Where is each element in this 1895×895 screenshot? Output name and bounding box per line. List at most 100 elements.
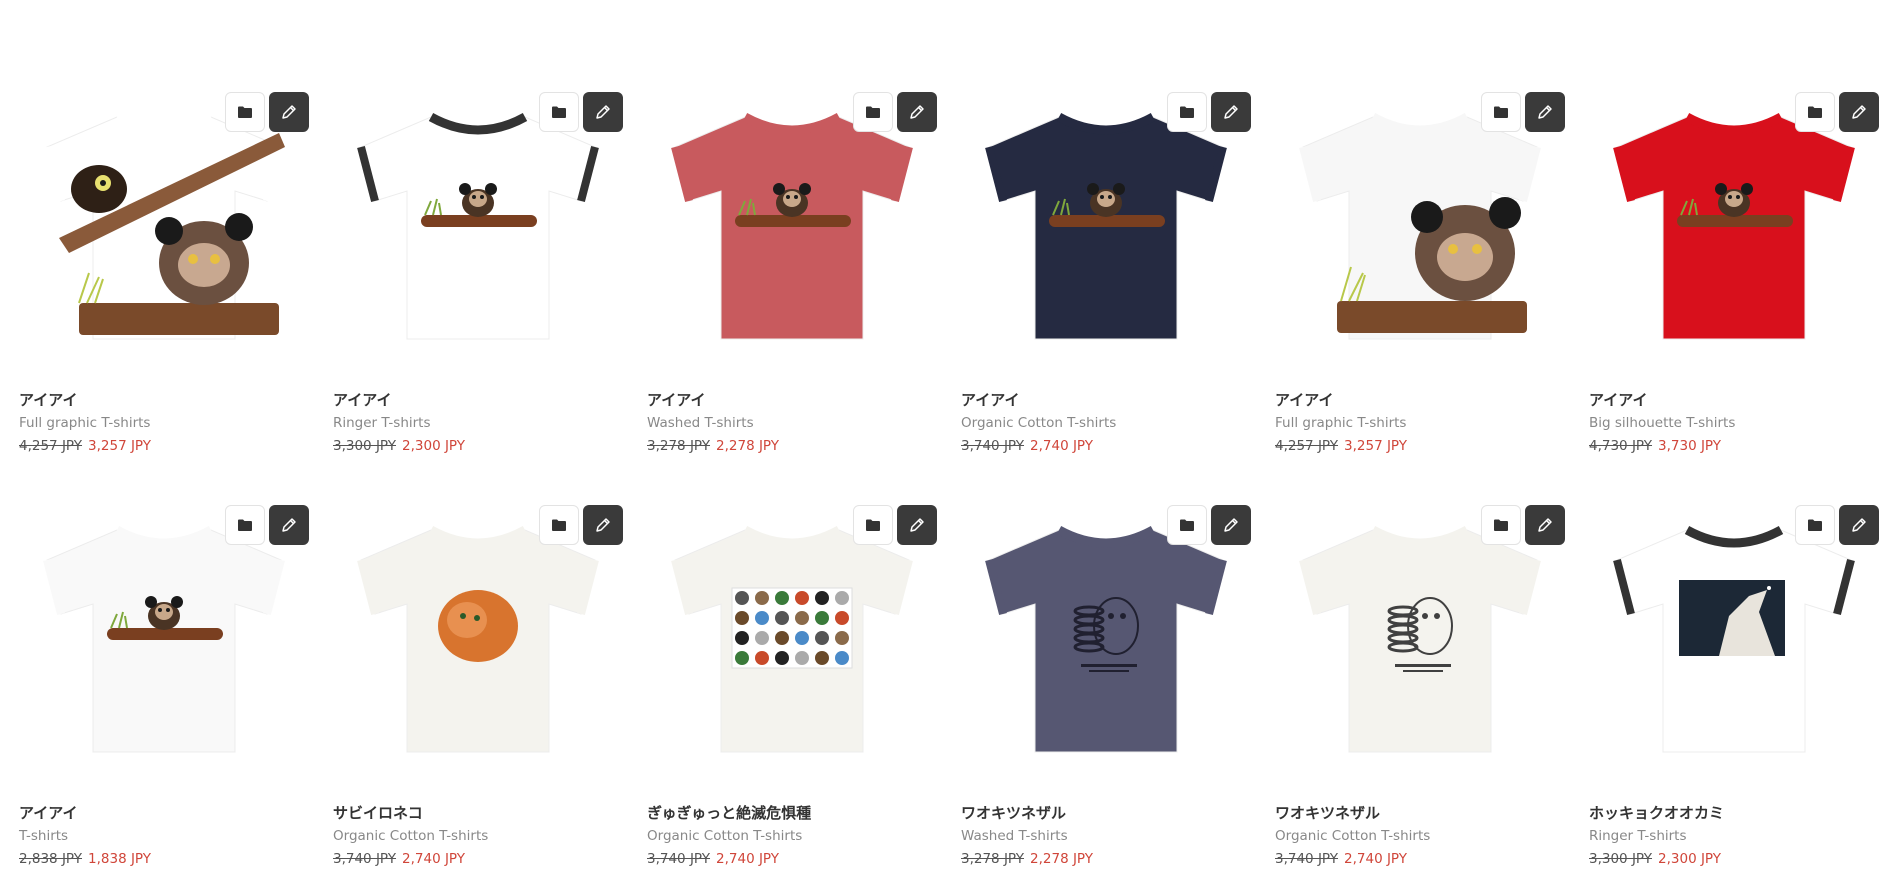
product-card[interactable]: ぎゅぎゅっと絶滅危惧種 Organic Cotton T-shirts 3,74… xyxy=(647,501,937,876)
product-card[interactable]: アイアイ T-shirts 2,838 JPY 1,838 JPY xyxy=(19,501,309,876)
product-title[interactable]: アイアイ xyxy=(333,390,623,410)
product-image[interactable] xyxy=(961,501,1251,781)
edit-product-button[interactable] xyxy=(897,92,937,132)
edit-product-button[interactable] xyxy=(583,92,623,132)
product-image[interactable] xyxy=(19,501,309,781)
card-actions xyxy=(539,92,623,132)
product-image[interactable] xyxy=(333,501,623,781)
product-image[interactable] xyxy=(19,88,309,368)
product-card[interactable]: ワオキツネザル Washed T-shirts 3,278 JPY 2,278 J… xyxy=(961,501,1251,876)
card-actions xyxy=(1795,92,1879,132)
sale-price: 3,730 JPY xyxy=(1658,438,1722,454)
edit-product-button[interactable] xyxy=(1839,505,1879,545)
card-actions xyxy=(1167,92,1251,132)
product-card[interactable]: ホッキョクオオカミ Ringer T-shirts 3,300 JPY 2,300… xyxy=(1589,501,1879,876)
product-image[interactable] xyxy=(961,88,1251,368)
folder-icon xyxy=(552,519,566,531)
folder-icon xyxy=(866,519,880,531)
product-title[interactable]: ワオキツネザル xyxy=(1275,803,1565,823)
product-card[interactable]: アイアイ Full graphic T-shirts 4,257 JPY 3,25… xyxy=(1275,88,1565,463)
tshirt-image xyxy=(357,526,599,753)
add-to-collection-button[interactable] xyxy=(225,505,265,545)
add-to-collection-button[interactable] xyxy=(1795,505,1835,545)
edit-product-button[interactable] xyxy=(269,505,309,545)
price-row: 2,838 JPY 1,838 JPY xyxy=(19,850,309,868)
sale-price: 1,838 JPY xyxy=(88,851,152,867)
product-card[interactable]: アイアイ Washed T-shirts 3,278 JPY 2,278 JPY xyxy=(647,88,937,463)
card-actions xyxy=(853,505,937,545)
product-image[interactable] xyxy=(647,88,937,368)
add-to-collection-button[interactable] xyxy=(1481,505,1521,545)
folder-icon xyxy=(1180,106,1194,118)
card-actions xyxy=(225,92,309,132)
tshirt-image xyxy=(43,113,285,340)
product-title[interactable]: アイアイ xyxy=(19,803,309,823)
edit-product-button[interactable] xyxy=(897,505,937,545)
original-price: 3,300 JPY xyxy=(333,438,397,454)
pencil-icon xyxy=(910,105,924,119)
sale-price: 2,740 JPY xyxy=(1030,438,1094,454)
folder-icon xyxy=(1494,106,1508,118)
product-card[interactable]: サビイロネコ Organic Cotton T-shirts 3,740 JPY… xyxy=(333,501,623,876)
product-card[interactable]: ワオキツネザル Organic Cotton T-shirts 3,740 JP… xyxy=(1275,501,1565,876)
pencil-icon xyxy=(910,518,924,532)
product-card[interactable]: アイアイ Organic Cotton T-shirts 3,740 JPY 2,… xyxy=(961,88,1251,463)
product-title[interactable]: アイアイ xyxy=(647,390,937,410)
product-title[interactable]: アイアイ xyxy=(19,390,309,410)
product-image[interactable] xyxy=(647,501,937,781)
card-actions xyxy=(1481,505,1565,545)
sale-price: 2,300 JPY xyxy=(1658,851,1722,867)
add-to-collection-button[interactable] xyxy=(1167,505,1207,545)
add-to-collection-button[interactable] xyxy=(1795,92,1835,132)
tshirt-image xyxy=(671,526,913,753)
edit-product-button[interactable] xyxy=(1211,505,1251,545)
tshirt-image xyxy=(357,113,599,340)
product-type: Full graphic T-shirts xyxy=(19,415,151,431)
add-to-collection-button[interactable] xyxy=(1481,92,1521,132)
product-title[interactable]: アイアイ xyxy=(961,390,1251,410)
sale-price: 2,740 JPY xyxy=(716,851,780,867)
product-title[interactable]: ぎゅぎゅっと絶滅危惧種 xyxy=(647,803,937,823)
price-row: 3,300 JPY 2,300 JPY xyxy=(333,437,623,455)
add-to-collection-button[interactable] xyxy=(1167,92,1207,132)
product-image[interactable] xyxy=(1589,88,1879,368)
product-image[interactable] xyxy=(1275,501,1565,781)
product-image[interactable] xyxy=(1589,501,1879,781)
add-to-collection-button[interactable] xyxy=(539,92,579,132)
edit-product-button[interactable] xyxy=(1525,505,1565,545)
pencil-icon xyxy=(1224,105,1238,119)
product-card[interactable]: アイアイ Ringer T-shirts 3,300 JPY 2,300 JPY xyxy=(333,88,623,463)
product-title[interactable]: アイアイ xyxy=(1589,390,1879,410)
sale-price: 2,278 JPY xyxy=(1030,851,1094,867)
product-title[interactable]: ホッキョクオオカミ xyxy=(1589,803,1879,823)
original-price: 3,740 JPY xyxy=(647,851,711,867)
original-price: 3,300 JPY xyxy=(1589,851,1653,867)
product-title[interactable]: ワオキツネザル xyxy=(961,803,1251,823)
folder-icon xyxy=(866,106,880,118)
edit-product-button[interactable] xyxy=(1211,92,1251,132)
add-to-collection-button[interactable] xyxy=(225,92,265,132)
folder-icon xyxy=(1180,519,1194,531)
product-image[interactable] xyxy=(1275,88,1565,368)
price-row: 3,740 JPY 2,740 JPY xyxy=(1275,850,1565,868)
price-row: 4,730 JPY 3,730 JPY xyxy=(1589,437,1879,455)
product-image[interactable] xyxy=(333,88,623,368)
product-card[interactable]: アイアイ Full graphic T-shirts 4,257 JPY 3,25… xyxy=(19,88,309,463)
edit-product-button[interactable] xyxy=(583,505,623,545)
pencil-icon xyxy=(1852,518,1866,532)
product-title[interactable]: アイアイ xyxy=(1275,390,1565,410)
folder-icon xyxy=(238,519,252,531)
product-type: Organic Cotton T-shirts xyxy=(1275,828,1431,844)
card-actions xyxy=(1795,505,1879,545)
edit-product-button[interactable] xyxy=(1525,92,1565,132)
product-type: Ringer T-shirts xyxy=(333,415,431,431)
edit-product-button[interactable] xyxy=(1839,92,1879,132)
add-to-collection-button[interactable] xyxy=(853,505,893,545)
add-to-collection-button[interactable] xyxy=(539,505,579,545)
folder-icon xyxy=(552,106,566,118)
product-type: T-shirts xyxy=(19,828,69,844)
product-card[interactable]: アイアイ Big silhouette T-shirts 4,730 JPY 3,… xyxy=(1589,88,1879,463)
add-to-collection-button[interactable] xyxy=(853,92,893,132)
edit-product-button[interactable] xyxy=(269,92,309,132)
product-title[interactable]: サビイロネコ xyxy=(333,803,623,823)
